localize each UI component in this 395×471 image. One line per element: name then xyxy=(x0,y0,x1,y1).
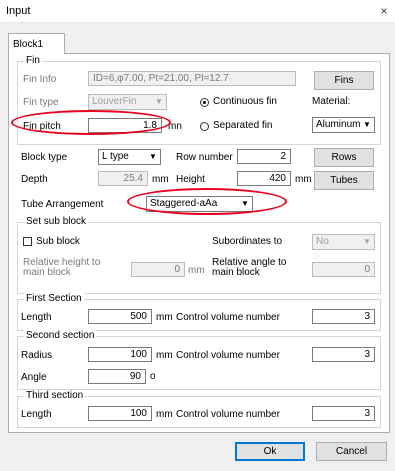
subordinates-label: Subordinates to xyxy=(212,236,283,247)
third-length-unit: mm xyxy=(156,409,173,420)
third-length-input[interactable]: 100 xyxy=(88,406,152,421)
subordinates-select[interactable]: No ▼ xyxy=(312,234,375,250)
close-icon[interactable]: × xyxy=(373,0,395,22)
fin-info-field: ID=6,φ7.00, Pt=21.00, Pl=12.7 xyxy=(88,71,296,86)
title-bar[interactable]: Input × xyxy=(0,0,395,23)
rows-button[interactable]: Rows xyxy=(314,148,374,167)
first-section-title: First Section xyxy=(24,293,84,304)
cancel-button[interactable]: Cancel xyxy=(316,442,387,461)
radius-unit: mm xyxy=(156,350,173,361)
block-type-value: L type xyxy=(102,151,129,162)
fin-type-label: Fin type xyxy=(23,97,59,108)
rel-angle-field: 0 xyxy=(312,262,375,277)
angle-input[interactable]: 90 xyxy=(88,369,146,384)
row-number-input[interactable]: 2 xyxy=(237,149,291,164)
sub-block-label: Sub block xyxy=(36,236,80,247)
second-section-title: Second section xyxy=(24,330,97,341)
fin-pitch-input[interactable]: 1.8 xyxy=(88,118,162,133)
chevron-down-icon: ▼ xyxy=(241,199,249,208)
third-cv-label: Control volume number xyxy=(176,409,280,420)
separated-fin-label: Separated fin xyxy=(213,120,273,131)
third-section-title: Third section xyxy=(24,390,86,401)
fin-type-select[interactable]: LouverFin ▼ xyxy=(88,94,167,110)
chevron-down-icon: ▼ xyxy=(149,152,157,161)
chevron-down-icon: ▼ xyxy=(155,97,163,106)
tab-block1[interactable]: Block1 xyxy=(8,33,65,54)
third-cv-input[interactable]: 3 xyxy=(312,406,375,421)
input-dialog: Input × Block1 Fin Fin Info ID=6,φ7.00, … xyxy=(0,0,395,471)
tab-panel: Fin Fin Info ID=6,φ7.00, Pt=21.00, Pl=12… xyxy=(8,53,390,433)
fin-pitch-label: Fin pitch xyxy=(23,121,61,132)
chevron-down-icon: ▼ xyxy=(363,237,371,246)
material-value: Aluminum xyxy=(316,119,361,130)
tubes-button[interactable]: Tubes xyxy=(314,171,374,190)
tube-arrangement-select[interactable]: Staggered-aAa ▼ xyxy=(146,196,253,212)
sub-block-group-title: Set sub block xyxy=(24,216,89,227)
tube-arrangement-value: Staggered-aAa xyxy=(150,198,218,209)
fin-type-value: LouverFin xyxy=(92,96,137,107)
subordinates-value: No xyxy=(316,236,329,247)
depth-unit: mm xyxy=(152,174,169,185)
angle-unit: o xyxy=(150,371,156,382)
second-cv-label: Control volume number xyxy=(176,350,280,361)
third-length-label: Length xyxy=(21,409,52,420)
radius-input[interactable]: 100 xyxy=(88,347,152,362)
height-unit: mm xyxy=(295,174,312,185)
rel-angle-label-line2: main block xyxy=(212,267,260,278)
fin-group-title: Fin xyxy=(24,55,42,66)
fin-info-label: Fin Info xyxy=(23,74,57,85)
angle-label: Angle xyxy=(21,372,47,383)
second-cv-input[interactable]: 3 xyxy=(312,347,375,362)
material-select[interactable]: Aluminum ▼ xyxy=(312,117,375,133)
second-section-group: Second section xyxy=(17,330,381,390)
separated-fin-radio[interactable] xyxy=(200,122,209,131)
first-length-input[interactable]: 500 xyxy=(88,309,152,324)
first-length-unit: mm xyxy=(156,312,173,323)
height-input[interactable]: 420 xyxy=(237,171,291,186)
depth-field: 25.4 xyxy=(98,171,148,186)
continuous-fin-label: Continuous fin xyxy=(213,96,277,107)
radius-label: Radius xyxy=(21,350,53,361)
ok-button[interactable]: Ok xyxy=(235,442,305,461)
tab-label: Block1 xyxy=(13,39,44,50)
material-label: Material: xyxy=(312,96,351,107)
height-label: Height xyxy=(176,174,205,185)
continuous-fin-radio[interactable] xyxy=(200,98,209,107)
first-cv-label: Control volume number xyxy=(176,312,280,323)
window-title: Input xyxy=(6,5,31,17)
tube-arrangement-label: Tube Arrangement xyxy=(21,199,104,210)
rel-height-label-line2: main block xyxy=(23,267,71,278)
rel-height-field: 0 xyxy=(131,262,185,277)
chevron-down-icon: ▼ xyxy=(363,120,371,129)
rel-height-unit: mm xyxy=(188,265,205,276)
first-length-label: Length xyxy=(21,312,52,323)
row-number-label: Row number xyxy=(176,152,233,163)
depth-label: Depth xyxy=(21,174,48,185)
sub-block-checkbox[interactable] xyxy=(23,237,32,246)
first-cv-input[interactable]: 3 xyxy=(312,309,375,324)
block-type-select[interactable]: L type ▼ xyxy=(98,149,161,165)
fins-button[interactable]: Fins xyxy=(314,71,374,90)
block-type-label: Block type xyxy=(21,152,68,163)
fin-pitch-unit: mn xyxy=(168,121,182,132)
